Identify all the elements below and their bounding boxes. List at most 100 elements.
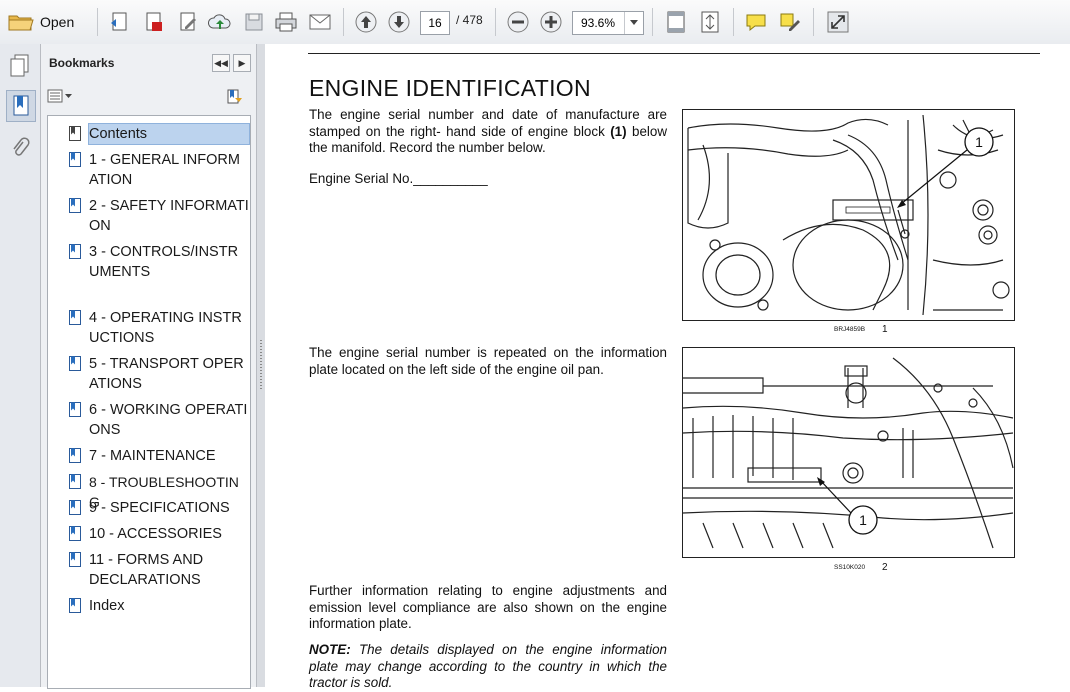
save-icon (245, 13, 263, 31)
page-number-input[interactable]: 16 (420, 11, 450, 35)
upload-button[interactable] (208, 10, 232, 34)
bookmark-label: 5 - TRANSPORT OPERATIONS (89, 356, 244, 392)
bookmark-icon (69, 310, 81, 325)
bookmark-label: 10 - ACCESSORIES (89, 526, 222, 542)
attachments-button[interactable] (6, 134, 34, 164)
folder-icon (8, 15, 34, 31)
bookmark-label: 9 - SPECIFICATIONS (89, 500, 230, 516)
comment-button[interactable] (744, 10, 768, 34)
bookmark-expand-icon (227, 89, 242, 104)
bookmark-icon (69, 126, 81, 141)
page-total: / 478 (456, 13, 483, 27)
bookmark-label: 1 - GENERAL INFORMATION (89, 152, 240, 188)
double-chevron-left-icon: ◀◀ (214, 57, 228, 68)
bookmarks-tab-button[interactable] (6, 90, 36, 122)
toolbar-separator (343, 8, 344, 36)
speech-bubble-icon (746, 14, 766, 32)
next-page-button[interactable] (387, 10, 411, 34)
bookmark-icon (69, 552, 81, 567)
splitter-grip[interactable] (260, 340, 262, 390)
printer-icon (275, 12, 297, 32)
cloud-upload-icon (208, 14, 231, 29)
bookmark-label: 2 - SAFETY INFORMATION (89, 198, 249, 234)
note-text: The details displayed on the engine info… (309, 642, 667, 690)
fit-page-icon (701, 11, 719, 33)
figure2-callout: 1 (859, 512, 867, 528)
minus-icon (507, 11, 529, 33)
main-toolbar: Open 16 / 478 93.6% (0, 0, 1070, 45)
bookmark-icon (69, 356, 81, 371)
previous-page-button[interactable] (354, 10, 378, 34)
figure-information-plate: 1 (682, 347, 1015, 558)
bookmark-label: 6 - WORKING OPERATIONS (89, 402, 248, 438)
callout-reference: (1) (610, 123, 627, 139)
paragraph-further-information: Further information relating to engine a… (309, 583, 667, 631)
chevron-down-icon (65, 93, 72, 98)
figure1-code: BRJ4859B (834, 326, 866, 333)
bookmarks-list: Contents 1 - GENERAL INFORMATION 2 - SAF… (47, 115, 251, 689)
highlight-button[interactable] (778, 10, 802, 34)
bookmark-icon (69, 244, 81, 259)
figure1-number: 1 (882, 324, 888, 335)
export-pdf-button[interactable] (142, 10, 166, 34)
paragraph-information-plate: The engine serial number is repeated on … (309, 345, 667, 377)
bookmark-icon (69, 448, 81, 463)
bookmark-label: 3 - CONTROLS/INSTRUMENTS (89, 244, 239, 280)
open-button[interactable]: Open (8, 10, 74, 34)
bookmark-label: Contents (88, 123, 250, 145)
bookmark-label: 11 - FORMS AND DECLARATIONS (89, 552, 204, 588)
bookmark-icon (69, 500, 81, 515)
fullscreen-button[interactable] (826, 10, 850, 34)
arrow-down-icon (388, 11, 410, 33)
bookmark-label: 7 - MAINTENANCE (89, 448, 216, 464)
zoom-out-button[interactable] (506, 10, 530, 34)
bookmark-icon (69, 526, 81, 541)
bookmarks-title: Bookmarks (49, 56, 115, 70)
navigation-pane-strip (0, 44, 41, 687)
email-button[interactable] (308, 10, 332, 34)
bookmarks-panel: Bookmarks ◀◀ ▶ Contents 1 - GENERAL INFO… (41, 44, 256, 689)
chevron-down-icon[interactable] (624, 12, 643, 34)
note-paragraph: NOTE: The details displayed on the engin… (309, 642, 667, 692)
list-options-icon (47, 89, 63, 103)
expand-bookmark-button[interactable] (225, 88, 243, 111)
collapse-panel-button[interactable]: ◀◀ (212, 54, 230, 72)
bookmark-label: Index (89, 598, 125, 614)
bookmark-label: 4 - OPERATING INSTRUCTIONS (89, 310, 242, 346)
toolbar-separator (97, 8, 98, 36)
create-pdf-button[interactable] (108, 10, 132, 34)
figure2-number: 2 (882, 562, 888, 573)
edit-pdf-button[interactable] (176, 10, 200, 34)
serial-number-field: Engine Serial No.__________ (309, 171, 488, 186)
chevron-right-icon: ▶ (238, 57, 246, 68)
fit-width-icon (667, 11, 685, 33)
bookmark-icon (69, 474, 81, 489)
toolbar-separator (495, 8, 496, 36)
page-title: ENGINE IDENTIFICATION (309, 75, 591, 101)
paperclip-icon (13, 137, 30, 156)
bookmark-options-button[interactable] (47, 89, 72, 103)
fit-width-button[interactable] (664, 10, 688, 34)
page-thumbnails-button[interactable] (6, 50, 34, 80)
paragraph-serial-location: The engine serial number and date of man… (309, 107, 667, 157)
panel-next-button[interactable]: ▶ (233, 54, 251, 72)
note-label: NOTE: (309, 642, 351, 657)
zoom-in-button[interactable] (539, 10, 563, 34)
bookmarks-toolbar (41, 84, 256, 110)
open-label: Open (40, 14, 75, 30)
bookmark-icon (69, 402, 81, 417)
create-pdf-icon (111, 12, 127, 31)
envelope-icon (309, 14, 331, 30)
toolbar-separator (813, 8, 814, 36)
arrow-up-icon (355, 11, 377, 33)
save-button[interactable] (242, 10, 266, 34)
fit-page-button[interactable] (698, 10, 722, 34)
zoom-select[interactable]: 93.6% (572, 11, 644, 35)
print-button[interactable] (274, 10, 298, 34)
highlighter-icon (780, 13, 800, 31)
expand-icon (827, 11, 849, 33)
figure-engine-block: 1 (682, 109, 1015, 321)
edit-document-icon (180, 12, 196, 31)
figure2-code: SS10K020 (834, 564, 866, 571)
zoom-value: 93.6% (581, 16, 616, 30)
